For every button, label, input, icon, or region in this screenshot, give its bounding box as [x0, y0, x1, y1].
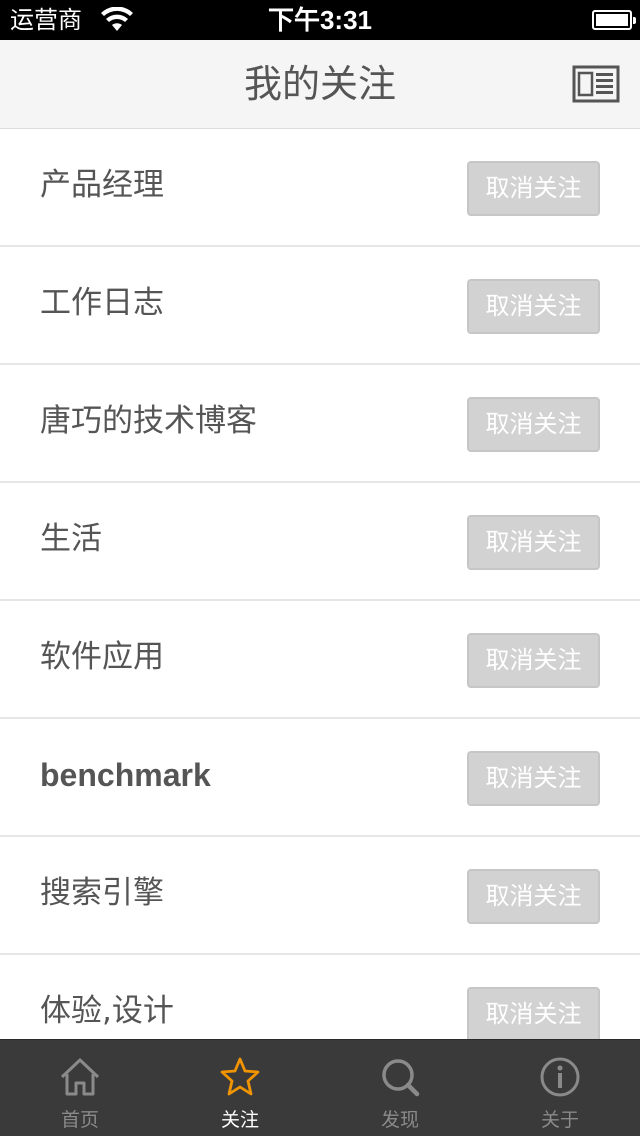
- item-label: 工作日志: [40, 285, 164, 321]
- page-title: 我的关注: [243, 62, 396, 106]
- unfollow-button[interactable]: 取消关注: [467, 161, 600, 216]
- status-bar: 运营商 下午3:31: [0, 0, 640, 40]
- navigation-bar: 我的关注: [0, 40, 640, 129]
- unfollow-button[interactable]: 取消关注: [467, 633, 600, 688]
- list-item[interactable]: 体验,设计 取消关注: [0, 955, 640, 1039]
- item-label: 生活: [40, 521, 102, 557]
- item-label: benchmark: [40, 757, 211, 793]
- list-view-icon[interactable]: [572, 65, 620, 103]
- item-label: 搜索引擎: [40, 875, 164, 911]
- item-label: 产品经理: [40, 167, 164, 203]
- tab-label: 发现: [380, 1109, 419, 1131]
- unfollow-button[interactable]: 取消关注: [467, 869, 600, 924]
- battery-icon: [592, 10, 636, 30]
- list-item[interactable]: 工作日志 取消关注: [0, 247, 640, 365]
- tab-home[interactable]: 首页: [0, 1040, 160, 1137]
- tab-label: 首页: [60, 1109, 99, 1131]
- list-item[interactable]: benchmark 取消关注: [0, 719, 640, 837]
- tab-label: 关于: [540, 1109, 579, 1131]
- tab-label: 关注: [220, 1109, 259, 1131]
- list-item[interactable]: 唐巧的技术博客 取消关注: [0, 365, 640, 483]
- home-icon: [60, 1058, 100, 1096]
- tab-bar: 首页 关注 发现 关于: [0, 1039, 640, 1136]
- unfollow-button[interactable]: 取消关注: [467, 515, 600, 570]
- unfollow-button[interactable]: 取消关注: [467, 987, 600, 1039]
- star-icon: [220, 1057, 260, 1096]
- unfollow-button[interactable]: 取消关注: [467, 397, 600, 452]
- list-item[interactable]: 搜索引擎 取消关注: [0, 837, 640, 955]
- list-item[interactable]: 软件应用 取消关注: [0, 601, 640, 719]
- list-item[interactable]: 产品经理 取消关注: [0, 129, 640, 247]
- tab-follow[interactable]: 关注: [160, 1040, 320, 1137]
- search-icon: [382, 1059, 420, 1097]
- tab-discover[interactable]: 发现: [320, 1040, 480, 1137]
- status-time: 下午3:31: [267, 5, 373, 35]
- list-item[interactable]: 生活 取消关注: [0, 483, 640, 601]
- item-label: 体验,设计: [40, 993, 174, 1029]
- item-label: 唐巧的技术博客: [40, 403, 257, 439]
- unfollow-button[interactable]: 取消关注: [467, 279, 600, 334]
- item-label: 软件应用: [40, 639, 164, 675]
- follow-list: 产品经理 取消关注 工作日志 取消关注 唐巧的技术博客 取消关注 生活 取消关注…: [0, 129, 640, 1039]
- unfollow-button[interactable]: 取消关注: [467, 751, 600, 806]
- tab-about[interactable]: 关于: [480, 1040, 640, 1137]
- info-icon: [540, 1057, 580, 1097]
